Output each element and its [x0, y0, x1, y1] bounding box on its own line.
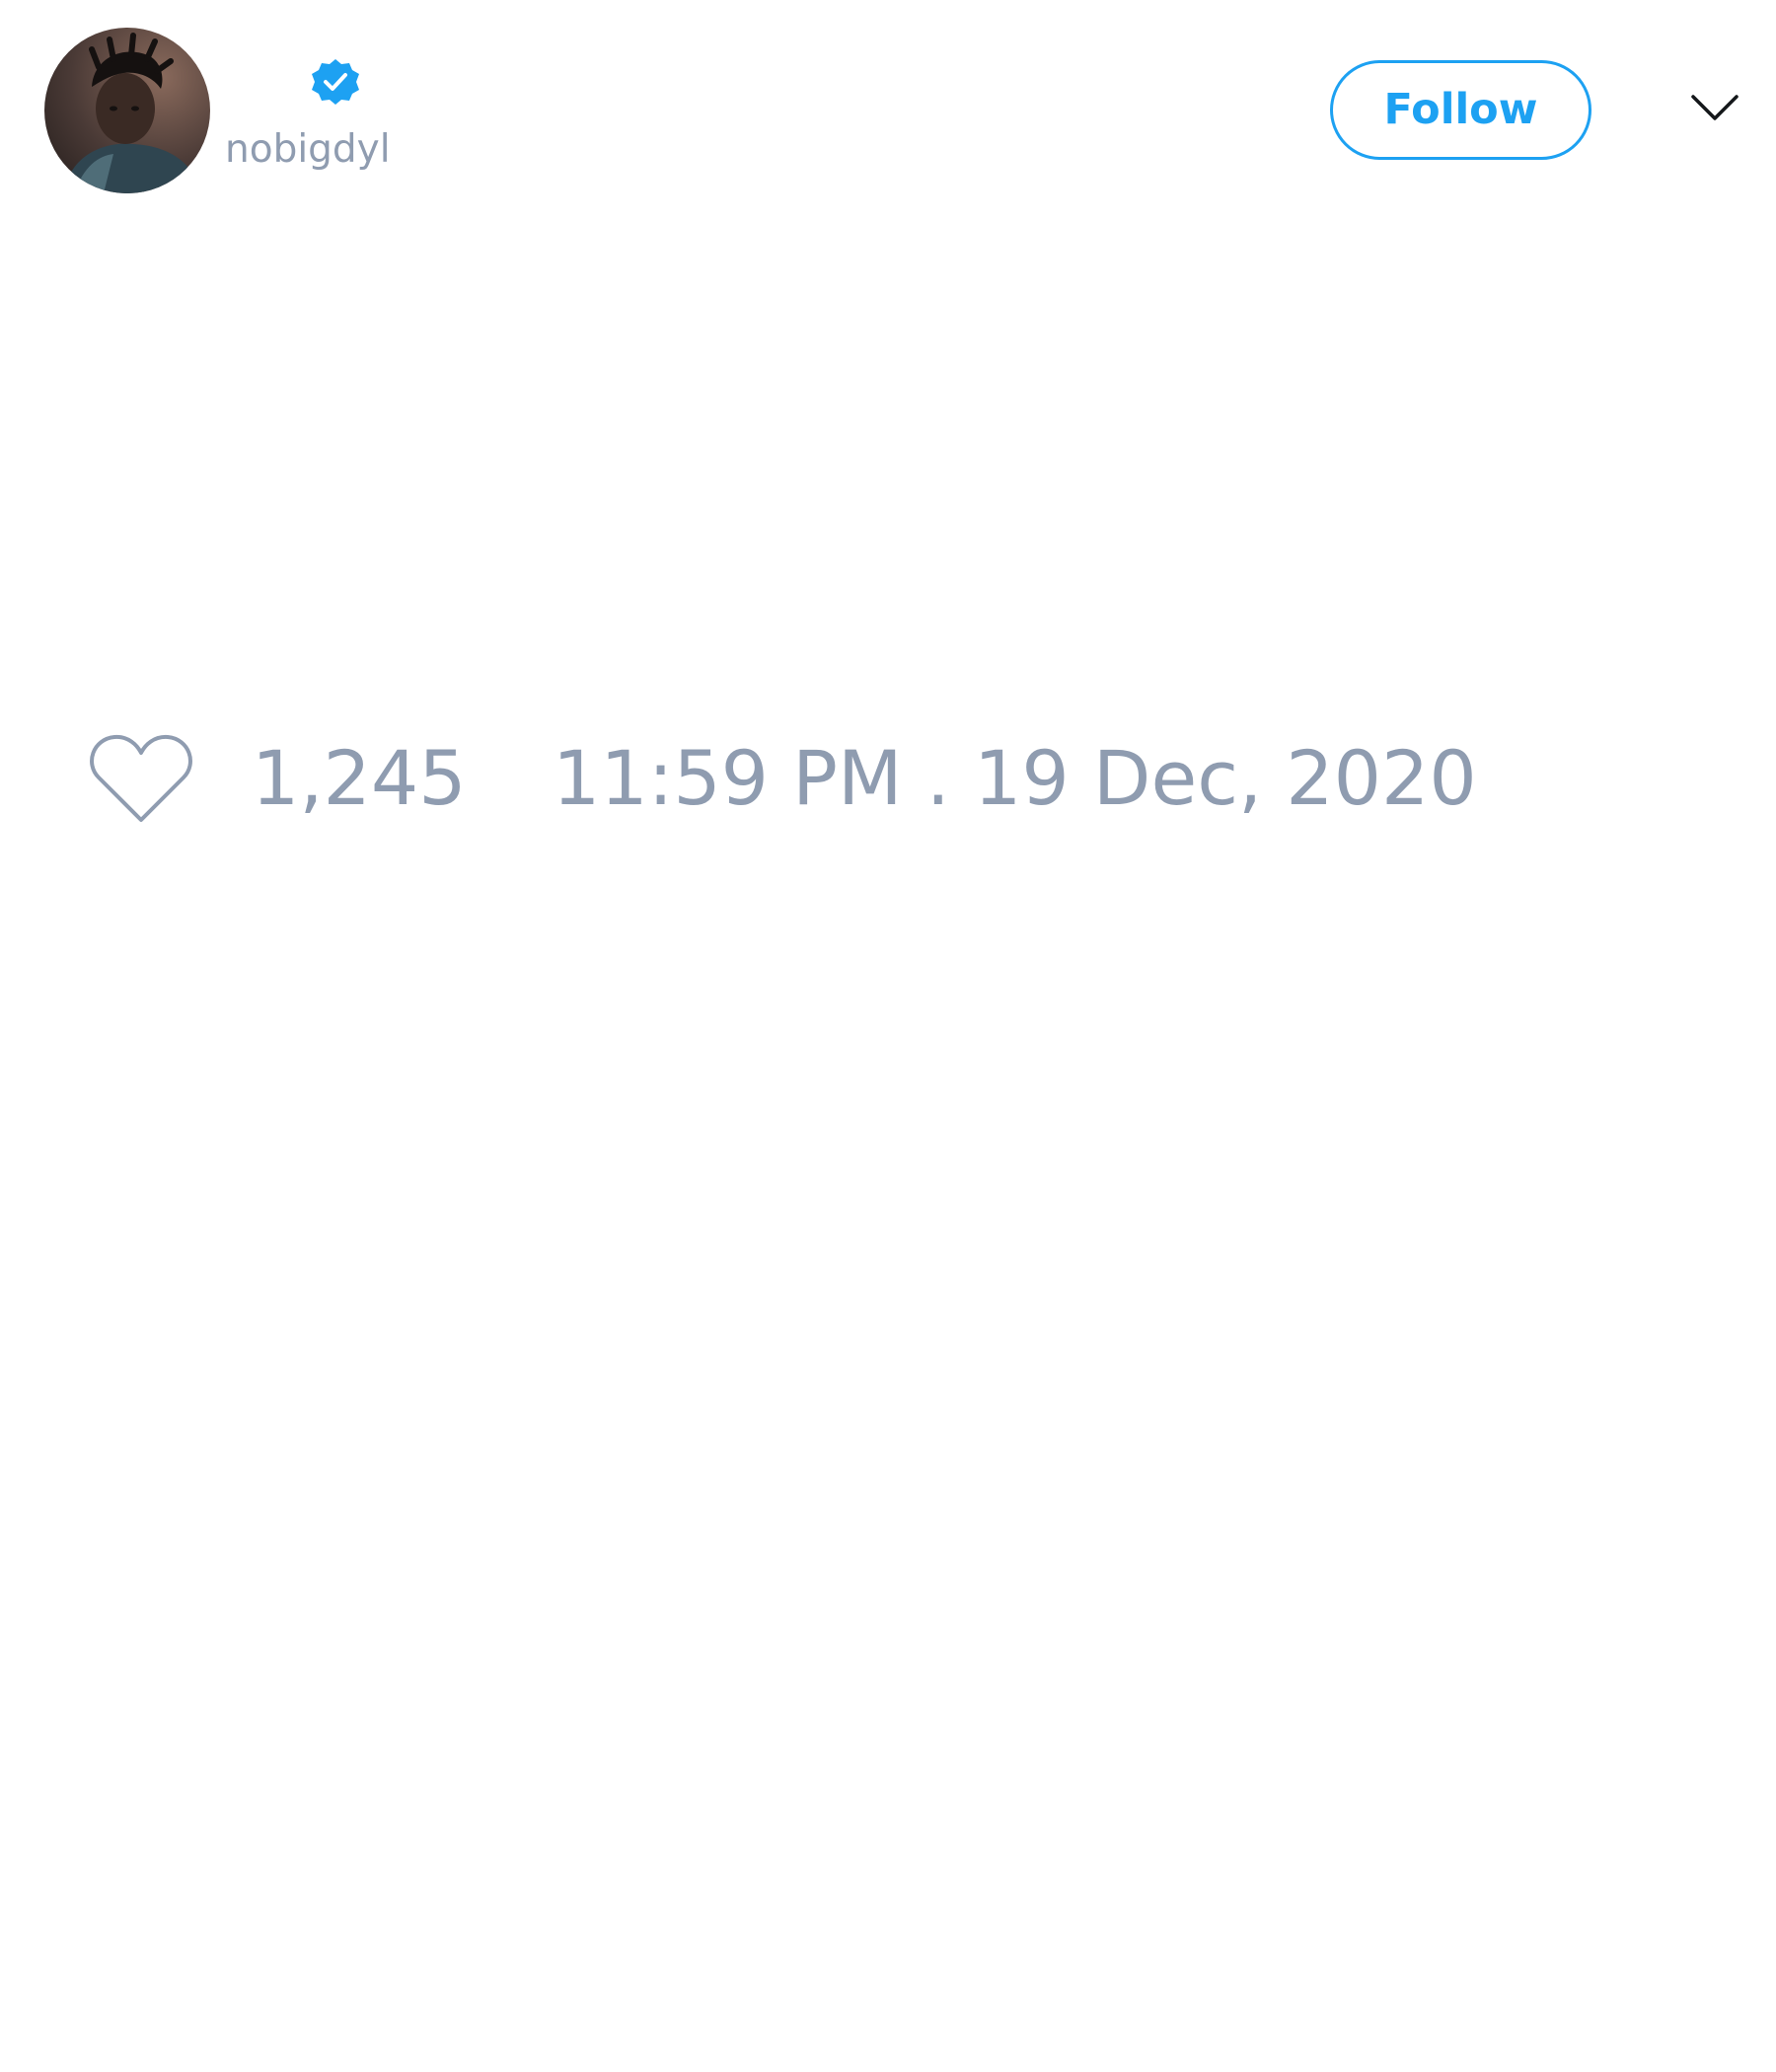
heart-icon[interactable]: [89, 731, 193, 826]
tweet-stats-row: 1,245 11:59 PM . 19 Dec, 2020: [0, 720, 1776, 839]
avatar[interactable]: [44, 28, 210, 193]
user-handle[interactable]: nobigdyl: [225, 126, 391, 174]
verified-badge-icon: [311, 57, 360, 107]
tweet-timestamp[interactable]: 11:59 PM . 19 Dec, 2020: [553, 734, 1477, 823]
like-count: 1,245: [252, 734, 467, 822]
avatar-photo: [44, 28, 210, 193]
tweet-header: nobigdyl Follow: [0, 0, 1776, 217]
follow-button[interactable]: Follow: [1330, 60, 1591, 160]
chevron-down-icon[interactable]: [1690, 91, 1739, 126]
